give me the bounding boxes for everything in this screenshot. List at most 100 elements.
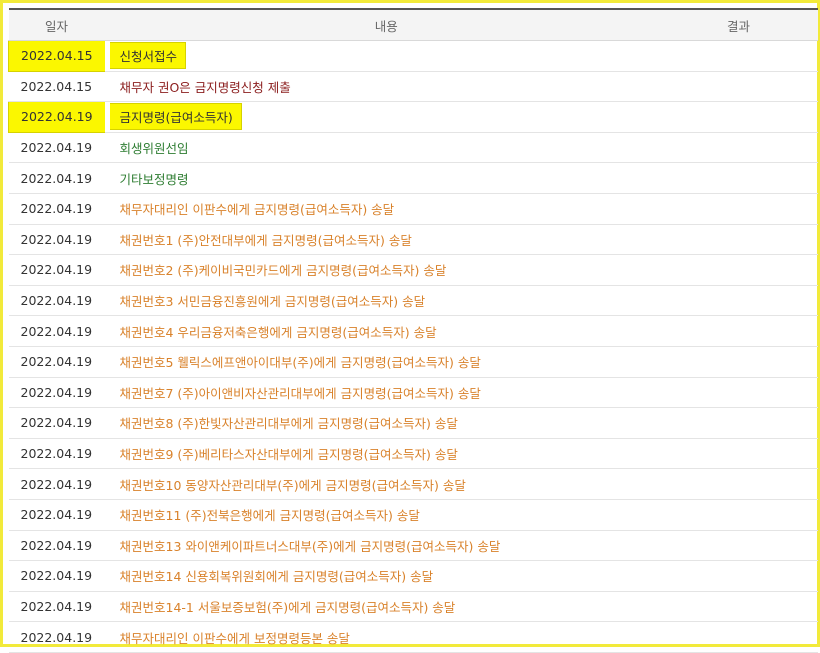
row-content-cell: 채권번호7 (주)아이앤비자산관리대부에게 금지명령(급여소득자) 송달 [104,377,668,409]
row-date: 2022.04.15 [8,71,105,103]
row-date: 2022.04.19 [8,285,105,317]
row-content-cell: 채권번호11 (주)전북은행에게 금지명령(급여소득자) 송달 [104,499,668,531]
row-content-cell: 채권번호8 (주)한빛자산관리대부에게 금지명령(급여소득자) 송달 [104,407,668,439]
row-content: 채권번호2 (주)케이비국민카드에게 금지명령(급여소득자) 송달 [119,263,447,279]
row-result [668,315,818,347]
row-result [668,346,818,378]
row-content: 채권번호9 (주)베리타스자산대부에게 금지명령(급여소득자) 송달 [119,447,458,463]
row-date: 2022.04.19 [8,162,105,194]
row-content-cell: 채무자대리인 이판수에게 금지명령(급여소득자) 송달 [104,193,668,225]
row-date: 2022.04.19 [8,468,105,500]
row-content: 채권번호8 (주)한빛자산관리대부에게 금지명령(급여소득자) 송달 [119,416,458,432]
row-content-cell: 채권번호10 동양자산관리대부(주)에게 금지명령(급여소득자) 송달 [104,468,668,500]
row-content: 채권번호10 동양자산관리대부(주)에게 금지명령(급여소득자) 송달 [119,477,466,493]
row-content: 회생위원선임 [119,141,189,157]
row-content-cell: 회생위원선임 [104,132,668,164]
table-row: 2022.04.19 채권번호2 (주)케이비국민카드에게 금지명령(급여소득자)… [8,254,818,286]
row-result [668,621,818,653]
row-result [668,591,818,623]
row-date: 2022.04.19 [8,377,105,409]
row-date: 2022.04.19 [8,438,105,470]
row-content-cell: 채권번호3 서민금융진흥원에게 금지명령(급여소득자) 송달 [104,285,668,317]
table-row: 2022.04.19 기타보정명령 [8,162,818,194]
table-row: 2022.04.19 채무자대리인 이판수에게 금지명령(급여소득자) 송달 [8,193,818,225]
row-result [668,377,818,409]
row-date: 2022.04.19 [8,315,105,347]
row-result [668,162,818,194]
row-result [668,530,818,562]
row-content-cell: 채무자 권O은 금지명령신청 제출 [104,71,668,103]
screenshot-frame: 일자 내용 결과 2022.04.15 신청서접수 2022.04.15 채무자 권O… [0,0,820,653]
row-content: 채권번호11 (주)전북은행에게 금지명령(급여소득자) 송달 [119,508,420,524]
table-body: 2022.04.15 신청서접수 2022.04.15 채무자 권O은 금지명령신청 … [8,40,818,653]
row-content-cell: 금지명령(급여소득자) [104,101,668,133]
row-result [668,224,818,256]
row-content-cell: 채권번호9 (주)베리타스자산대부에게 금지명령(급여소득자) 송달 [104,438,668,470]
row-result [668,407,818,439]
header-result: 결과 [668,8,818,41]
row-date: 2022.04.19 [8,254,105,286]
row-content: 채권번호5 웰릭스에프앤아이대부(주)에게 금지명령(급여소득자) 송달 [119,355,481,371]
row-date: 2022.04.19 [8,499,105,531]
table-row: 2022.04.15 신청서접수 [8,40,818,72]
row-date: 2022.04.19 [8,407,105,439]
row-date: 2022.04.19 [8,591,105,623]
row-content-cell: 채권번호14 신용회복위원회에게 금지명령(급여소득자) 송달 [104,560,668,592]
row-date: 2022.04.19 [8,560,105,592]
table-header: 일자 내용 결과 [8,8,818,41]
table-row: 2022.04.19 채권번호3 서민금융진흥원에게 금지명령(급여소득자) 송달 [8,285,818,317]
row-content: 채권번호4 우리금융저축은행에게 금지명령(급여소득자) 송달 [119,324,437,340]
header-row: 일자 내용 결과 [8,8,818,41]
row-result [668,101,818,133]
table-row: 2022.04.19 채권번호9 (주)베리타스자산대부에게 금지명령(급여소득자… [8,438,818,470]
table-row: 2022.04.19 채권번호8 (주)한빛자산관리대부에게 금지명령(급여소득자… [8,407,818,439]
table-row: 2022.04.19 채권번호13 와이앤케이파트너스대부(주)에게 금지명령(급… [8,530,818,562]
row-result [668,285,818,317]
row-date: 2022.04.19 [8,346,105,378]
table-row: 2022.04.19 채권번호7 (주)아이앤비자산관리대부에게 금지명령(급여소… [8,377,818,409]
table-row: 2022.04.19 채무자대리인 이판수에게 보정명령등본 송달 [8,621,818,653]
row-content: 채권번호14 신용회복위원회에게 금지명령(급여소득자) 송달 [119,569,434,585]
table-row: 2022.04.19 금지명령(급여소득자) [8,101,818,133]
table-row: 2022.04.19 회생위원선임 [8,132,818,164]
row-content: 채권번호7 (주)아이앤비자산관리대부에게 금지명령(급여소득자) 송달 [119,385,481,401]
row-content: 채무자대리인 이판수에게 보정명령등본 송달 [119,630,350,646]
row-content: 채권번호13 와이앤케이파트너스대부(주)에게 금지명령(급여소득자) 송달 [119,538,501,554]
row-date: 2022.04.19 [8,132,105,164]
row-content: 채권번호1 (주)안전대부에게 금지명령(급여소득자) 송달 [119,232,412,248]
row-content-cell: 채권번호5 웰릭스에프앤아이대부(주)에게 금지명령(급여소득자) 송달 [104,346,668,378]
row-date: 2022.04.19 [8,101,105,133]
row-content: 채권번호14-1 서울보증보험(주)에게 금지명령(급여소득자) 송달 [119,599,456,615]
row-content-cell: 신청서접수 [104,40,668,72]
row-result [668,71,818,103]
table-row: 2022.04.19 채권번호11 (주)전북은행에게 금지명령(급여소득자) 송… [8,499,818,531]
row-date: 2022.04.19 [8,530,105,562]
row-result [668,40,818,72]
row-content-cell: 채무자대리인 이판수에게 보정명령등본 송달 [104,621,668,653]
row-date: 2022.04.19 [8,224,105,256]
table-row: 2022.04.19 채권번호14-1 서울보증보험(주)에게 금지명령(급여소득… [8,591,818,623]
row-result [668,132,818,164]
case-progress-table: 일자 내용 결과 2022.04.15 신청서접수 2022.04.15 채무자 권O… [8,8,818,653]
row-result [668,254,818,286]
row-content-cell: 채권번호13 와이앤케이파트너스대부(주)에게 금지명령(급여소득자) 송달 [104,530,668,562]
row-date: 2022.04.15 [8,40,105,72]
row-result [668,438,818,470]
row-date: 2022.04.19 [8,621,105,653]
row-result [668,468,818,500]
row-date: 2022.04.19 [8,193,105,225]
row-content-cell: 기타보정명령 [104,162,668,194]
row-content: 채권번호3 서민금융진흥원에게 금지명령(급여소득자) 송달 [119,294,426,310]
case-progress-table-wrap: 일자 내용 결과 2022.04.15 신청서접수 2022.04.15 채무자 권O… [8,8,818,653]
row-content-cell: 채권번호1 (주)안전대부에게 금지명령(급여소득자) 송달 [104,224,668,256]
table-row: 2022.04.15 채무자 권O은 금지명령신청 제출 [8,71,818,103]
row-content: 채무자 권O은 금지명령신청 제출 [119,79,291,95]
table-row: 2022.04.19 채권번호14 신용회복위원회에게 금지명령(급여소득자) 송… [8,560,818,592]
table-row: 2022.04.19 채권번호1 (주)안전대부에게 금지명령(급여소득자) 송달 [8,224,818,256]
row-content: 신청서접수 [109,42,187,70]
row-result [668,499,818,531]
row-content: 금지명령(급여소득자) [109,103,242,131]
row-content: 기타보정명령 [119,171,189,187]
row-content: 채무자대리인 이판수에게 금지명령(급여소득자) 송달 [119,202,395,218]
row-content-cell: 채권번호4 우리금융저축은행에게 금지명령(급여소득자) 송달 [104,315,668,347]
